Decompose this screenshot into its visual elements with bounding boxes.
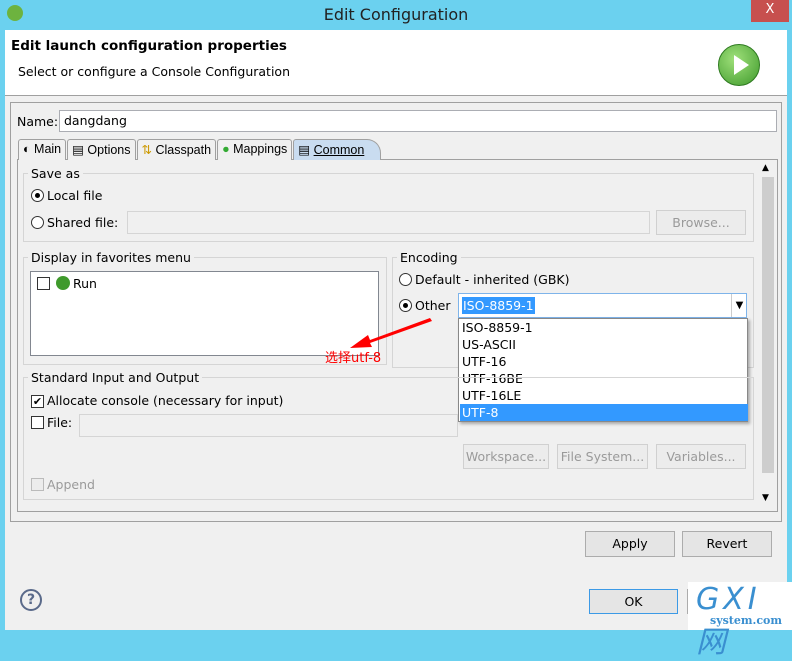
encoding-option[interactable]: UTF-16 [460, 353, 748, 370]
workspace-button[interactable]: Workspace... [463, 444, 549, 469]
apply-button[interactable]: Apply [585, 531, 675, 557]
revert-button[interactable]: Revert [682, 531, 772, 557]
encoding-label: Encoding [397, 250, 461, 265]
encoding-select[interactable]: ISO-8859-1 ▼ [458, 293, 747, 318]
tab-label: Mappings [233, 142, 288, 156]
run-play-icon [718, 44, 760, 86]
tab-label: Classpath [155, 143, 212, 157]
encoding-option[interactable]: ISO-8859-1 [460, 319, 748, 336]
close-button[interactable]: X [751, 0, 789, 22]
file-input[interactable] [79, 414, 458, 437]
file-label: File: [47, 415, 73, 430]
table-icon: ▤ [72, 143, 88, 157]
scroll-up-icon[interactable]: ▲ [762, 163, 769, 173]
allocate-console-checkbox[interactable]: ✔ [31, 395, 44, 408]
watermark-sub: system.com [710, 614, 782, 627]
help-icon[interactable]: ? [20, 589, 42, 611]
local-file-label: Local file [47, 188, 103, 203]
tab-bar: ◐ Main ▤ Options ⇅ Classpath ● Mappings … [18, 139, 382, 160]
append-checkbox[interactable] [31, 478, 44, 491]
encoding-option[interactable]: US-ASCII [460, 336, 748, 353]
scrollbar-thumb[interactable] [762, 177, 774, 473]
shared-file-label: Shared file: [47, 215, 119, 230]
header-title: Edit launch configuration properties [11, 38, 287, 54]
tab-label: Main [34, 142, 62, 156]
scroll-down-icon[interactable]: ▼ [762, 493, 769, 503]
allocate-console-label: Allocate console (necessary for input) [47, 393, 284, 408]
run-checkbox[interactable] [37, 277, 50, 290]
tab-common[interactable]: ▤ Common [293, 139, 382, 160]
tab-options[interactable]: ▤ Options [67, 139, 136, 160]
mappings-icon: ● [222, 142, 234, 156]
tab-label: Options [87, 143, 131, 157]
favorites-label: Display in favorites menu [28, 250, 194, 265]
append-label: Append [47, 477, 95, 492]
tab-label: Common [313, 143, 365, 157]
shared-file-radio[interactable] [31, 216, 44, 229]
table-icon: ▤ [298, 143, 314, 157]
vertical-scrollbar[interactable]: ▲ ▼ [761, 163, 775, 507]
run-label: Run [73, 276, 97, 291]
default-encoding-radio[interactable] [399, 273, 412, 286]
default-encoding-label: Default - inherited (GBK) [415, 272, 570, 287]
ok-button[interactable]: OK [589, 589, 678, 614]
stdio-label: Standard Input and Output [28, 370, 203, 385]
chevron-down-icon[interactable]: ▼ [731, 294, 747, 317]
name-label: Name: [17, 114, 59, 129]
other-encoding-label: Other [415, 298, 451, 313]
tab-mappings[interactable]: ● Mappings [217, 139, 293, 160]
annotation-text: 选择utf-8 [325, 351, 382, 366]
run-icon [56, 276, 70, 290]
shared-file-input[interactable] [127, 211, 650, 234]
encoding-selected-value: ISO-8859-1 [462, 297, 535, 314]
file-system-button[interactable]: File System... [557, 444, 648, 469]
tab-main[interactable]: ◐ Main [18, 139, 67, 160]
classpath-icon: ⇅ [141, 143, 156, 157]
title-bar: Edit Configuration X [0, 0, 792, 30]
local-file-radio[interactable] [31, 189, 44, 202]
save-as-label: Save as [28, 166, 83, 181]
main-icon: ◐ [23, 142, 35, 156]
tab-classpath[interactable]: ⇅ Classpath [136, 139, 217, 160]
browse-button[interactable]: Browse... [656, 210, 746, 235]
file-checkbox[interactable] [31, 416, 44, 429]
header-subtitle: Select or configure a Console Configurat… [18, 64, 290, 79]
watermark-logo: GXI网 system.com [688, 582, 792, 660]
name-input[interactable]: dangdang [59, 110, 777, 132]
variables-button[interactable]: Variables... [656, 444, 746, 469]
window-title: Edit Configuration [323, 5, 469, 24]
other-encoding-radio[interactable] [399, 299, 412, 312]
